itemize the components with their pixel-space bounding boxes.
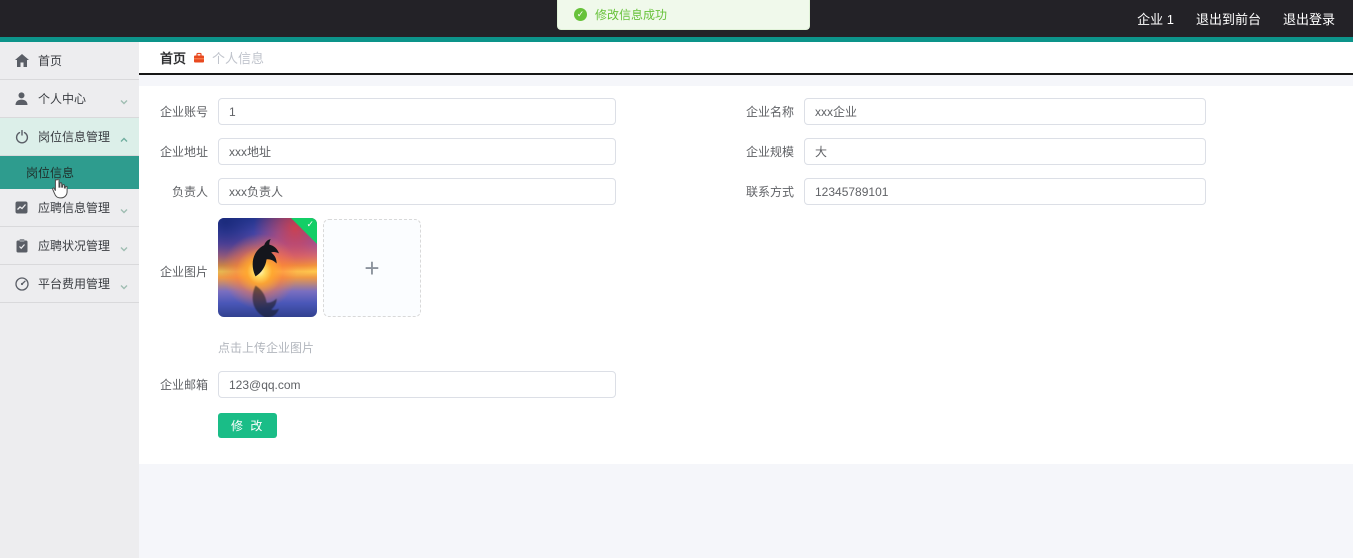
field-label-account: 企业账号	[159, 105, 208, 119]
breadcrumb-home-link[interactable]: 首页	[160, 48, 186, 67]
top-bar: ✓ 修改信息成功 企业 1 退出到前台 退出登录	[0, 0, 1353, 37]
scale-input[interactable]	[804, 138, 1206, 165]
exit-to-front-link[interactable]: 退出到前台	[1196, 9, 1261, 28]
dolphin-reflection	[244, 276, 290, 317]
field-label-email: 企业邮箱	[159, 378, 208, 392]
profile-form-card: 企业账号 企业名称 企业地址 企业规模	[139, 86, 1353, 464]
chart-icon	[14, 200, 29, 215]
sidebar-item-label: 首页	[38, 54, 63, 68]
field-label-company-name: 企业名称	[745, 105, 794, 119]
sidebar-subitem-label: 岗位信息	[26, 166, 75, 180]
user-icon	[14, 91, 29, 106]
breadcrumb: 首页 个人信息	[139, 42, 1353, 75]
chevron-down-icon	[119, 203, 129, 213]
address-input[interactable]	[218, 138, 616, 165]
sidebar: 首页 个人中心 岗位信息管理 岗位信息 应聘信息管理 应聘状况管理 平台费用管理	[0, 42, 139, 558]
account-name[interactable]: 企业 1	[1137, 9, 1174, 28]
clipboard-icon	[14, 238, 29, 253]
logout-link[interactable]: 退出登录	[1283, 9, 1335, 28]
sidebar-item-job-info-mgmt[interactable]: 岗位信息管理	[0, 118, 139, 156]
email-input[interactable]	[218, 371, 616, 398]
company-name-input[interactable]	[804, 98, 1206, 125]
plus-icon: +	[364, 252, 380, 283]
chevron-up-icon	[119, 132, 129, 142]
sidebar-item-label: 应聘信息管理	[38, 201, 111, 215]
field-label-picture: 企业图片	[159, 265, 208, 279]
sidebar-item-platform-fee-mgmt[interactable]: 平台费用管理	[0, 265, 139, 303]
modify-button[interactable]: 修 改	[218, 413, 278, 438]
uploaded-company-image[interactable]: ✓	[218, 218, 317, 317]
sidebar-item-application-info-mgmt[interactable]: 应聘信息管理	[0, 189, 139, 227]
briefcase-icon	[193, 52, 205, 64]
account-input[interactable]	[218, 98, 616, 125]
chevron-down-icon	[119, 241, 129, 251]
field-label-manager: 负责人	[171, 185, 208, 199]
contact-input[interactable]	[804, 178, 1206, 205]
field-label-address: 企业地址	[159, 145, 208, 159]
field-label-scale: 企业规模	[745, 145, 794, 159]
upload-success-check-icon: ✓	[306, 219, 314, 229]
manager-input[interactable]	[218, 178, 616, 205]
sidebar-item-personal-center[interactable]: 个人中心	[0, 80, 139, 118]
sidebar-item-label: 岗位信息管理	[38, 130, 111, 144]
sidebar-item-label: 个人中心	[38, 92, 87, 106]
sidebar-subitem-job-info-active[interactable]: 岗位信息	[0, 156, 139, 189]
sidebar-item-home[interactable]: 首页	[0, 42, 139, 80]
main-content: 首页 个人信息 企业账号 企业名称 企业地址	[139, 42, 1353, 558]
sidebar-item-label: 平台费用管理	[38, 277, 111, 291]
sidebar-item-application-status-mgmt[interactable]: 应聘状况管理	[0, 227, 139, 265]
chevron-down-icon	[119, 279, 129, 289]
toast-message: 修改信息成功	[595, 8, 668, 22]
upload-hint-text: 点击上传企业图片	[218, 341, 315, 355]
sidebar-item-label: 应聘状况管理	[38, 239, 111, 253]
home-icon	[14, 53, 29, 68]
power-icon	[14, 129, 29, 144]
breadcrumb-current: 个人信息	[212, 51, 265, 66]
success-toast: ✓ 修改信息成功	[557, 0, 810, 30]
image-upload-dropzone[interactable]: +	[323, 218, 421, 317]
gauge-icon	[14, 276, 29, 291]
success-check-icon: ✓	[574, 8, 587, 21]
field-label-contact: 联系方式	[745, 185, 794, 199]
chevron-down-icon	[119, 94, 129, 104]
